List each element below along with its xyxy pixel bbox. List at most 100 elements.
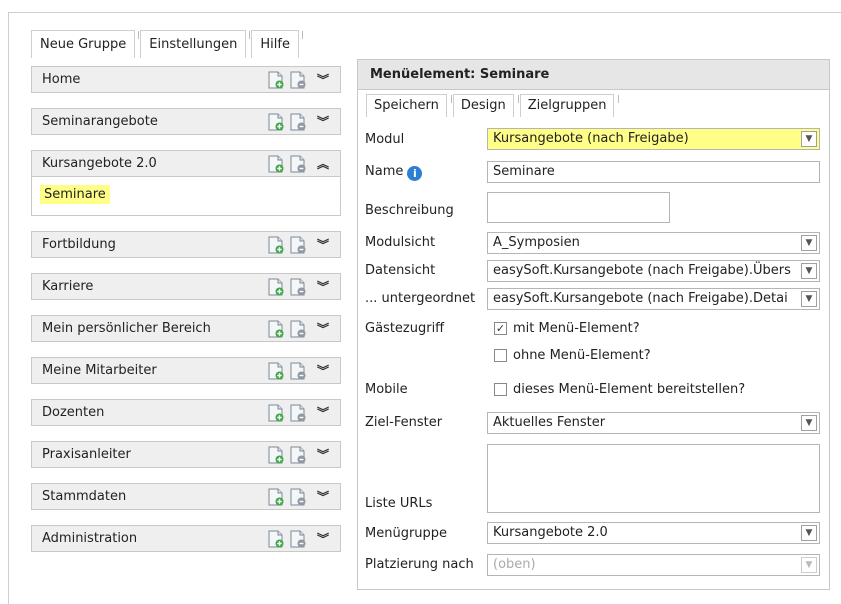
info-icon[interactable]: i <box>407 166 423 181</box>
mobile-provide-checkbox[interactable]: dieses Menü-Element bereitstellen? <box>494 382 745 397</box>
modul-select[interactable]: Kursangebote (nach Freigabe) ▼ <box>487 128 820 150</box>
add-document-icon[interactable] <box>268 155 284 173</box>
menu-group-title: Home <box>42 72 81 87</box>
menu-group-header[interactable]: Stammdaten ︾ <box>31 483 341 510</box>
module-view-select[interactable]: A_Symposien ▼ <box>487 232 820 254</box>
double-chevron-down-icon[interactable]: ︾ <box>316 362 330 379</box>
chevron-down-icon: ▼ <box>801 415 817 431</box>
add-document-icon[interactable] <box>268 446 284 464</box>
menu-group-title: Administration <box>42 531 138 546</box>
menu-group-label: Menügruppe <box>365 526 448 541</box>
checkbox-checked-icon[interactable]: ✓ <box>494 322 507 335</box>
menu-group-header[interactable]: Karriere ︾ <box>31 273 341 300</box>
menu-group-actions <box>268 488 306 506</box>
subordinate-view-select[interactable]: easySoft.Kursangebote (nach Freigabe).De… <box>487 288 820 310</box>
add-document-icon[interactable] <box>268 236 284 254</box>
add-document-icon[interactable] <box>268 278 284 296</box>
menu-group-header[interactable]: Fortbildung ︾ <box>31 231 341 258</box>
save-tab[interactable]: Speichern <box>366 94 452 117</box>
menu-group-select[interactable]: Kursangebote 2.0 ▼ <box>487 522 820 544</box>
menu-group-header[interactable]: Mein persönlicher Bereich ︾ <box>31 315 341 342</box>
edit-document-icon[interactable] <box>290 446 306 464</box>
edit-document-icon[interactable] <box>290 404 306 422</box>
menu-group-administration: Administration ︾ <box>31 525 341 552</box>
menu-group-actions <box>268 113 306 131</box>
placement-select[interactable]: (oben) ▼ <box>487 554 820 576</box>
edit-document-icon[interactable] <box>290 113 306 131</box>
edit-document-icon[interactable] <box>290 488 306 506</box>
chevron-down-icon: ▼ <box>801 235 817 251</box>
edit-document-icon[interactable] <box>290 71 306 89</box>
panel-title: Menüelement: Seminare <box>358 60 829 90</box>
menu-element-item[interactable]: Seminare <box>40 185 110 204</box>
module-view-value: A_Symposien <box>493 235 580 250</box>
edit-document-icon[interactable] <box>290 155 306 173</box>
add-document-icon[interactable] <box>268 404 284 422</box>
add-document-icon[interactable] <box>268 113 284 131</box>
menu-group-header[interactable]: Home ︾ <box>31 66 341 93</box>
double-chevron-down-icon[interactable]: ︾ <box>316 320 330 337</box>
double-chevron-down-icon[interactable]: ︾ <box>316 404 330 421</box>
subordinate-view-value: easySoft.Kursangebote (nach Freigabe).De… <box>493 291 788 306</box>
placement-label: Platzierung nach <box>365 557 474 572</box>
menu-group-header[interactable]: Administration ︾ <box>31 525 341 552</box>
double-chevron-down-icon[interactable]: ︾ <box>316 236 330 253</box>
help-button[interactable]: Hilfe <box>251 30 303 58</box>
mobile-label: Mobile <box>365 382 408 397</box>
double-chevron-down-icon[interactable]: ︾ <box>316 113 330 130</box>
name-input[interactable]: Seminare <box>487 161 820 183</box>
menu-group-actions <box>268 530 306 548</box>
menu-group-title: Meine Mitarbeiter <box>42 363 157 378</box>
double-chevron-down-icon[interactable]: ︾ <box>316 488 330 505</box>
frame-top-border <box>8 12 841 13</box>
double-chevron-down-icon[interactable]: ︾ <box>316 446 330 463</box>
double-chevron-up-icon[interactable]: ︽ <box>316 155 330 172</box>
add-document-icon[interactable] <box>268 488 284 506</box>
menu-group-kursangebote-2-0: Kursangebote 2.0 ︽ Seminare <box>31 150 341 216</box>
target-groups-tab[interactable]: Zielgruppen <box>519 94 620 117</box>
menu-group-title: Karriere <box>42 279 94 294</box>
guest-access-label: Gästezugriff <box>365 321 445 336</box>
menu-group-title: Fortbildung <box>42 237 116 252</box>
new-group-button[interactable]: Neue Gruppe <box>31 30 140 58</box>
menu-group-header[interactable]: Dozenten ︾ <box>31 399 341 426</box>
data-view-select[interactable]: easySoft.Kursangebote (nach Freigabe).Üb… <box>487 260 820 282</box>
add-document-icon[interactable] <box>268 320 284 338</box>
menu-group-accordion: Home ︾ Seminarangebote ︾ Kursangebote 2.0 ︽ Se… <box>31 66 341 567</box>
panel-tabs: Speichern Design Zielgruppen <box>358 90 829 117</box>
edit-document-icon[interactable] <box>290 320 306 338</box>
target-window-select[interactable]: Aktuelles Fenster ▼ <box>487 412 820 434</box>
edit-document-icon[interactable] <box>290 362 306 380</box>
menu-group-actions <box>268 404 306 422</box>
edit-document-icon[interactable] <box>290 530 306 548</box>
modul-label: Modul <box>365 132 405 147</box>
add-document-icon[interactable] <box>268 530 284 548</box>
menu-group-header[interactable]: Praxisanleiter ︾ <box>31 441 341 468</box>
add-document-icon[interactable] <box>268 362 284 380</box>
double-chevron-down-icon[interactable]: ︾ <box>316 71 330 88</box>
menu-group-title: Dozenten <box>42 405 105 420</box>
menu-group-actions <box>268 278 306 296</box>
double-chevron-down-icon[interactable]: ︾ <box>316 278 330 295</box>
description-input[interactable] <box>487 192 670 223</box>
guest-without-menu-checkbox[interactable]: ohne Menü-Element? <box>494 348 651 363</box>
add-document-icon[interactable] <box>268 71 284 89</box>
data-view-label: Datensicht <box>365 263 436 278</box>
checkbox-unchecked-icon[interactable] <box>494 349 507 362</box>
edit-document-icon[interactable] <box>290 236 306 254</box>
menu-group-title: Seminarangebote <box>42 114 158 129</box>
double-chevron-down-icon[interactable]: ︾ <box>316 530 330 547</box>
menu-group-header[interactable]: Kursangebote 2.0 ︽ <box>31 150 341 177</box>
guest-with-menu-checkbox[interactable]: ✓ mit Menü-Element? <box>494 321 640 336</box>
description-label: Beschreibung <box>365 203 454 218</box>
settings-button[interactable]: Einstellungen <box>140 30 251 58</box>
menu-group-header[interactable]: Seminarangebote ︾ <box>31 108 341 135</box>
url-list-textarea[interactable] <box>487 444 820 513</box>
checkbox-unchecked-icon[interactable] <box>494 383 507 396</box>
menu-group-home: Home ︾ <box>31 66 341 93</box>
design-tab[interactable]: Design <box>452 94 519 117</box>
menu-group-praxisanleiter: Praxisanleiter ︾ <box>31 441 341 468</box>
edit-document-icon[interactable] <box>290 278 306 296</box>
menu-group-header[interactable]: Meine Mitarbeiter ︾ <box>31 357 341 384</box>
menu-group-karriere: Karriere ︾ <box>31 273 341 300</box>
